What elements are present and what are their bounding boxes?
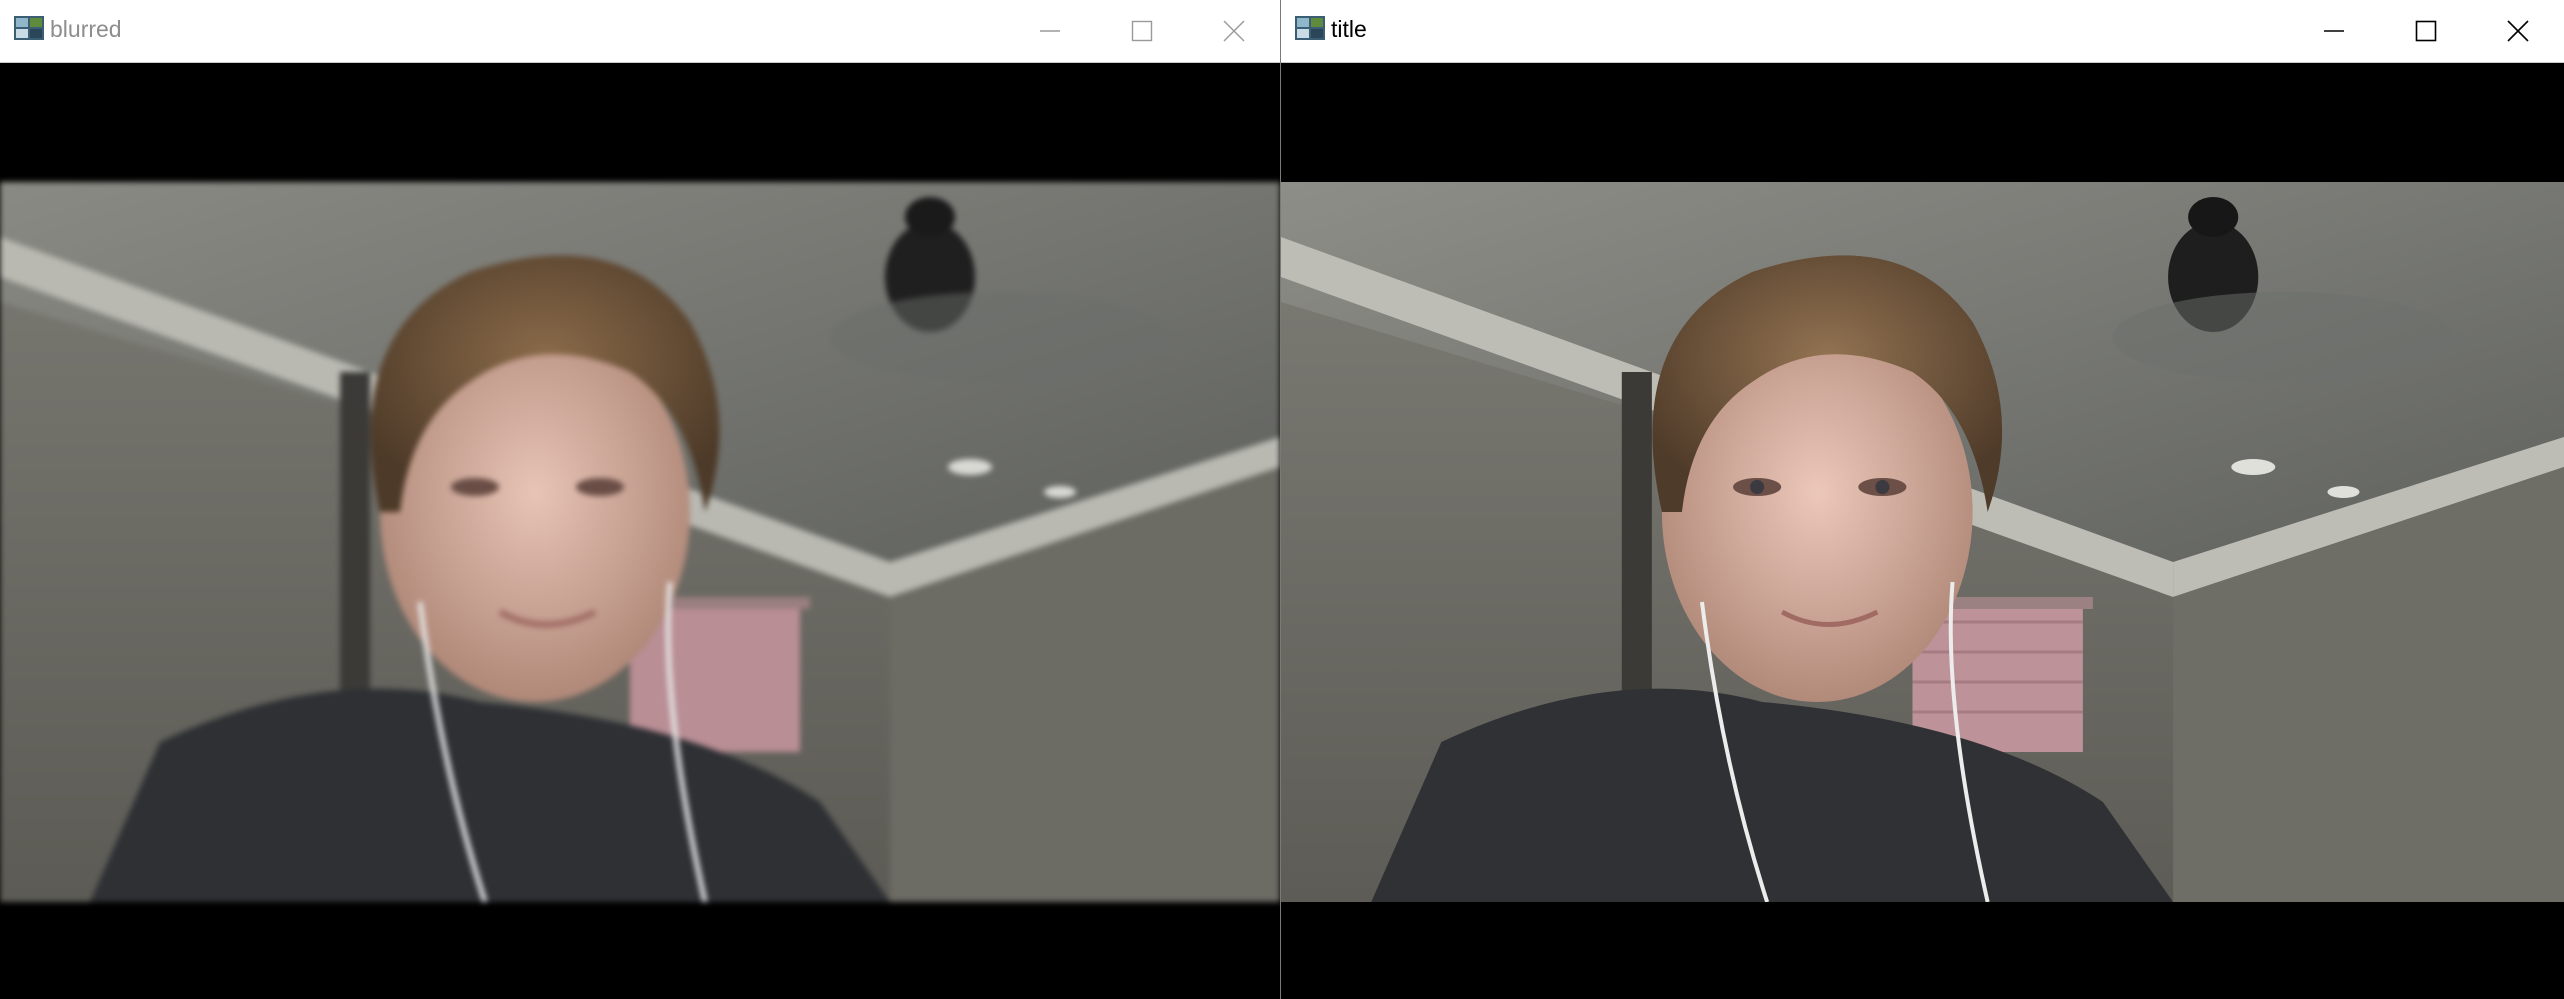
webcam-frame — [1281, 182, 2564, 902]
minimize-icon — [1040, 30, 1060, 32]
maximize-icon — [1131, 20, 1153, 42]
app-icon — [14, 16, 44, 40]
window-title: blurred — [50, 16, 122, 42]
title-bar[interactable]: blurred — [0, 0, 1280, 63]
window-blurred: blurred — [0, 0, 1280, 999]
window-title: title — [1281, 0, 2564, 999]
webcam-image — [1281, 182, 2564, 902]
app-icon — [1295, 16, 1325, 40]
client-area — [0, 63, 1280, 999]
minimize-icon — [2324, 30, 2344, 32]
webcam-frame-blurred — [0, 182, 1280, 902]
client-area — [1281, 63, 2564, 999]
close-icon — [2507, 20, 2529, 42]
maximize-button[interactable] — [2380, 0, 2472, 62]
maximize-icon — [2415, 20, 2437, 42]
close-button[interactable] — [1188, 0, 1280, 62]
webcam-image — [0, 182, 1280, 902]
minimize-button[interactable] — [1004, 0, 1096, 62]
maximize-button[interactable] — [1096, 0, 1188, 62]
window-title: title — [1331, 16, 1367, 42]
close-icon — [1223, 20, 1245, 42]
close-button[interactable] — [2472, 0, 2564, 62]
minimize-button[interactable] — [2288, 0, 2380, 62]
title-bar[interactable]: title — [1281, 0, 2564, 63]
